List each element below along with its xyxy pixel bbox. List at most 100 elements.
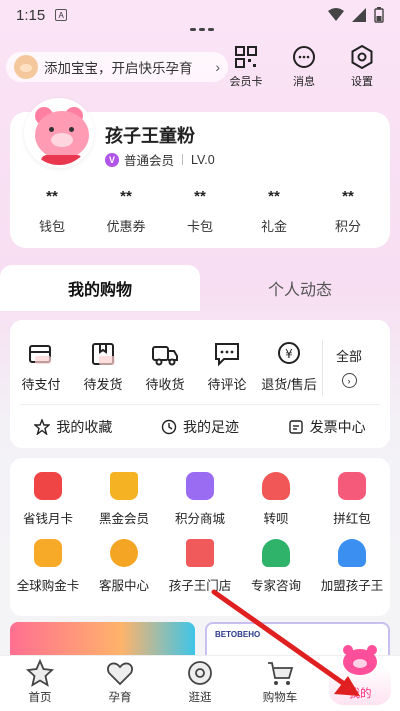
divider <box>322 340 323 396</box>
wifi-icon <box>328 8 344 21</box>
service-label: 加盟孩子王 <box>320 579 384 593</box>
user-name[interactable]: 孩子王童粉 <box>105 122 195 148</box>
notification-a-icon: A <box>55 9 68 21</box>
tab-my-shopping[interactable]: 我的购物 <box>0 265 200 311</box>
service-label: 省钱月卡 <box>22 512 73 526</box>
vip-badge-icon: V <box>105 152 119 167</box>
nav-parenting[interactable]: 孕育 <box>80 656 160 711</box>
member-type: 普通会员 <box>124 154 175 168</box>
bear-face-icon <box>343 645 377 675</box>
order-item-label: 待发货 <box>83 377 123 392</box>
stat-wallet[interactable]: ** 钱包 <box>22 188 82 235</box>
member-card-button[interactable]: 会员卡 <box>226 45 266 89</box>
order-pending-shipment[interactable]: 待发货 <box>72 340 134 396</box>
nav-explore[interactable]: 逛逛 <box>160 656 240 711</box>
stat-value: ** <box>120 188 132 205</box>
service-customer-service[interactable]: 客服中心 <box>86 539 162 594</box>
quick-links-row: 我的收藏 我的足迹 发票中心 <box>10 405 390 448</box>
stat-label: 礼金 <box>260 219 287 234</box>
invoice-center-button[interactable]: 发票中心 <box>263 405 390 448</box>
nav-label: 我的 <box>348 688 372 700</box>
box-icon <box>92 343 115 365</box>
service-stores[interactable]: 孩子王门店 <box>162 539 238 594</box>
nav-label: 逛逛 <box>188 692 212 704</box>
my-favorites-button[interactable]: 我的收藏 <box>10 405 137 448</box>
order-pending-receipt[interactable]: 待收货 <box>134 340 196 396</box>
order-pending-review[interactable]: 待评论 <box>196 340 258 396</box>
order-item-label: 待支付 <box>21 377 61 392</box>
stat-card-wallet[interactable]: ** 卡包 <box>170 188 230 235</box>
settings-label: 设置 <box>351 76 373 88</box>
nav-label: 孕育 <box>108 692 132 704</box>
member-level-row[interactable]: V 普通会员 LV.0 <box>105 150 215 169</box>
service-points-mall[interactable]: 积分商城 <box>162 472 238 527</box>
stat-gift-money[interactable]: ** 礼金 <box>244 188 304 235</box>
status-right <box>328 7 384 23</box>
nav-label: 首页 <box>28 692 52 704</box>
truck-icon <box>152 346 178 366</box>
page-indicator <box>190 28 220 31</box>
baby-avatar-icon <box>14 55 38 79</box>
service-label: 拼红包 <box>333 512 371 526</box>
nav-label: 购物车 <box>262 692 298 704</box>
quick-label: 我的足迹 <box>183 418 239 435</box>
comment-icon <box>215 343 239 367</box>
service-expert-consult[interactable]: 专家咨询 <box>238 539 314 594</box>
service-group-red-packet[interactable]: 拼红包 <box>314 472 390 527</box>
money-saver-card-icon <box>34 472 62 500</box>
service-join-franchise[interactable]: 加盟孩子王 <box>314 539 390 594</box>
order-item-label: 待收货 <box>145 377 185 392</box>
service-label: 积分商城 <box>174 512 225 526</box>
add-baby-button[interactable]: 添加宝宝，开启快乐孕育 › <box>6 52 228 82</box>
stat-value: ** <box>46 188 58 205</box>
service-label: 孩子王门店 <box>168 579 232 593</box>
crown-icon <box>110 472 138 500</box>
order-item-label: 待评论 <box>207 377 247 392</box>
status-time: 1:15 <box>16 6 46 24</box>
messages-button[interactable]: 消息 <box>284 45 324 89</box>
service-label: 黑金会员 <box>98 512 149 526</box>
nav-mine[interactable]: 我的 <box>320 645 400 711</box>
service-black-gold-member[interactable]: 黑金会员 <box>86 472 162 527</box>
svg-text:¥: ¥ <box>285 347 293 361</box>
cart-icon <box>268 662 294 685</box>
clock-icon <box>161 419 177 434</box>
service-label: 客服中心 <box>98 579 149 593</box>
store-icon <box>186 539 214 567</box>
chat-bubble-icon <box>293 46 315 68</box>
star-home-icon <box>25 659 55 687</box>
battery-icon <box>374 7 384 23</box>
banner-brand: BETOBEHO <box>215 630 261 639</box>
all-orders-button[interactable]: 全部 › <box>327 340 371 396</box>
order-pending-payment[interactable]: 待支付 <box>10 340 72 396</box>
stat-points[interactable]: ** 积分 <box>318 188 378 235</box>
add-baby-text: 添加宝宝，开启快乐孕育 <box>44 61 193 76</box>
stat-label: 优惠券 <box>106 219 146 234</box>
refund-icon: ¥ <box>278 342 300 364</box>
money-bag-icon <box>262 472 290 500</box>
settings-button[interactable]: 设置 <box>342 45 382 89</box>
quick-label: 我的收藏 <box>56 418 113 435</box>
tab-personal-feed[interactable]: 个人动态 <box>200 265 400 311</box>
service-zhuanbei[interactable]: 转呗 <box>238 472 314 527</box>
all-orders-label: 全部 <box>335 349 362 364</box>
avatar[interactable] <box>24 98 94 168</box>
nav-cart[interactable]: 购物车 <box>240 656 320 711</box>
red-packet-icon <box>338 472 366 500</box>
people-icon <box>338 539 366 567</box>
service-label: 全球购金卡 <box>16 579 80 593</box>
order-returns[interactable]: ¥ 退货/售后 <box>258 340 320 396</box>
messages-label: 消息 <box>293 76 315 88</box>
status-bar: 1:15 A <box>0 0 400 30</box>
invoice-icon <box>288 419 303 434</box>
compass-icon <box>188 661 212 685</box>
my-footprints-button[interactable]: 我的足迹 <box>137 405 264 448</box>
order-item-label: 退货/售后 <box>261 377 317 392</box>
service-global-gold-card[interactable]: 全球购金卡 <box>10 539 86 594</box>
services-grid: 省钱月卡 黑金会员 积分商城 转呗 拼红包 全球购金卡 客服中心 孩子王门店 专… <box>10 472 390 594</box>
nav-home[interactable]: 首页 <box>0 656 80 711</box>
member-level: LV.0 <box>191 152 215 167</box>
divider <box>182 154 184 165</box>
stat-coupons[interactable]: ** 优惠券 <box>96 188 156 235</box>
service-money-saver-card[interactable]: 省钱月卡 <box>10 472 86 527</box>
